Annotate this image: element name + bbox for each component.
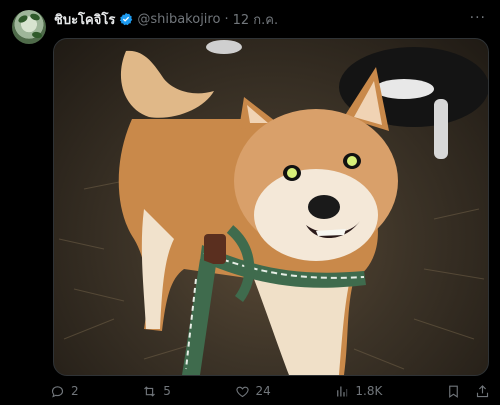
share-button[interactable] xyxy=(475,384,490,399)
verified-badge-icon xyxy=(120,12,133,26)
repost-count: 5 xyxy=(163,384,171,398)
views-button[interactable]: 1.8K xyxy=(334,384,382,399)
separator-dot: · xyxy=(224,11,229,27)
like-button[interactable]: 24 xyxy=(235,384,271,399)
dog-tail xyxy=(120,50,214,118)
secondary-actions xyxy=(446,384,490,399)
shiba-dog-photo xyxy=(58,40,488,375)
reply-icon xyxy=(51,385,64,398)
tweet-date[interactable]: 12 ก.ค. xyxy=(233,9,279,30)
tweet-header: ชิบะโคจิโร @shibakojiro · 12 ก.ค. xyxy=(54,9,278,29)
author-handle[interactable]: @shibakojiro xyxy=(137,12,220,27)
dog-chest xyxy=(254,279,349,375)
bookmark-icon xyxy=(449,385,458,398)
views-count: 1.8K xyxy=(355,384,383,398)
dog-eye-right-glow xyxy=(347,156,357,166)
reply-count: 2 xyxy=(71,384,79,398)
like-count: 24 xyxy=(255,384,271,398)
heart-icon xyxy=(235,386,249,397)
views-chart-icon xyxy=(337,386,348,396)
tweet-actions: 2 5 24 1.8K xyxy=(50,380,490,402)
reply-button[interactable]: 2 xyxy=(50,384,79,399)
share-icon xyxy=(476,384,489,397)
avatar[interactable] xyxy=(12,10,46,44)
author-name[interactable]: ชิบะโคจิโร xyxy=(54,9,115,30)
repost-button[interactable]: 5 xyxy=(142,384,171,399)
more-options-icon[interactable]: ··· xyxy=(470,10,486,26)
dog-nose xyxy=(308,195,340,219)
avatar-leaf-icon xyxy=(29,12,41,22)
avatar-leaf-icon xyxy=(31,31,43,39)
tweet-photo[interactable] xyxy=(53,38,489,376)
repost-icon xyxy=(144,385,156,397)
avatar-leaf-icon xyxy=(17,13,29,25)
bookmark-button[interactable] xyxy=(446,384,461,399)
dog-eye-left-glow xyxy=(287,168,297,178)
tweet: ชิบะโคจิโร @shibakojiro · 12 ก.ค. ··· 2 … xyxy=(0,0,500,405)
